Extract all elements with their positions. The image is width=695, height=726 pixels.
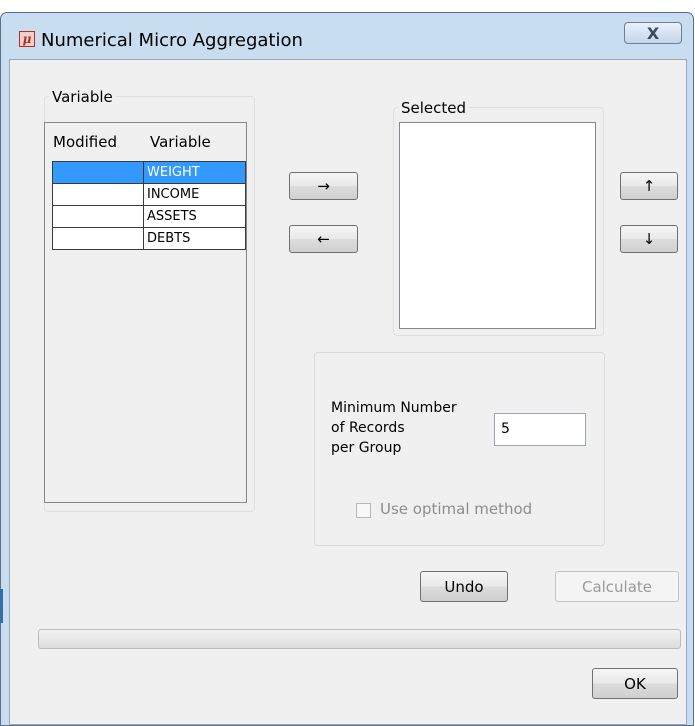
progress-bar — [38, 629, 681, 649]
selected-group-legend: Selected — [398, 99, 470, 117]
remove-variable-button[interactable]: ← — [289, 225, 358, 253]
title-bar[interactable]: μ Numerical Micro Aggregation X — [1, 13, 693, 59]
ok-button[interactable]: OK — [592, 668, 678, 699]
close-button[interactable]: X — [624, 22, 682, 44]
table-row[interactable]: DEBTS — [52, 227, 246, 250]
calculate-button[interactable]: Calculate — [555, 571, 679, 602]
column-header-variable[interactable]: Variable — [142, 123, 246, 161]
arrow-right-icon: → — [317, 177, 330, 195]
table-row[interactable]: WEIGHT — [52, 161, 246, 184]
variable-cell: DEBTS — [143, 227, 246, 250]
move-up-button[interactable]: ↑ — [620, 172, 678, 200]
selected-list[interactable] — [399, 122, 596, 329]
min-records-input[interactable]: 5 — [494, 413, 586, 446]
variable-cell: WEIGHT — [143, 161, 246, 184]
column-header-modified[interactable]: Modified — [45, 123, 142, 161]
variable-group-legend: Variable — [49, 88, 116, 106]
modified-cell — [52, 161, 144, 184]
undo-button[interactable]: Undo — [420, 571, 508, 602]
modified-cell — [52, 227, 144, 250]
move-down-button[interactable]: ↓ — [620, 225, 678, 253]
min-records-label: Minimum Number of Records per Group — [331, 398, 457, 458]
window-title: Numerical Micro Aggregation — [41, 30, 303, 51]
use-optimal-checkbox[interactable] — [356, 503, 371, 518]
table-row[interactable]: ASSETS — [52, 205, 246, 228]
min-records-label-line: of Records — [331, 420, 405, 436]
arrow-down-icon: ↓ — [642, 230, 656, 248]
arrow-left-icon: ← — [317, 230, 330, 248]
min-records-label-line: per Group — [331, 440, 402, 456]
use-optimal-label: Use optimal method — [380, 500, 533, 518]
variable-cell: ASSETS — [143, 205, 246, 228]
arrow-up-icon: ↑ — [642, 177, 656, 195]
app-mu-icon: μ — [19, 31, 35, 47]
table-row[interactable]: INCOME — [52, 183, 246, 206]
min-records-label-line: Minimum Number — [331, 400, 457, 416]
variable-cell: INCOME — [143, 183, 246, 206]
variable-list[interactable]: Modified Variable WEIGHT INCOME ASSETS D… — [44, 122, 247, 503]
modified-cell — [52, 183, 144, 206]
background-window-edge — [0, 589, 3, 623]
add-variable-button[interactable]: → — [289, 172, 358, 200]
modified-cell — [52, 205, 144, 228]
close-icon: X — [646, 23, 660, 43]
